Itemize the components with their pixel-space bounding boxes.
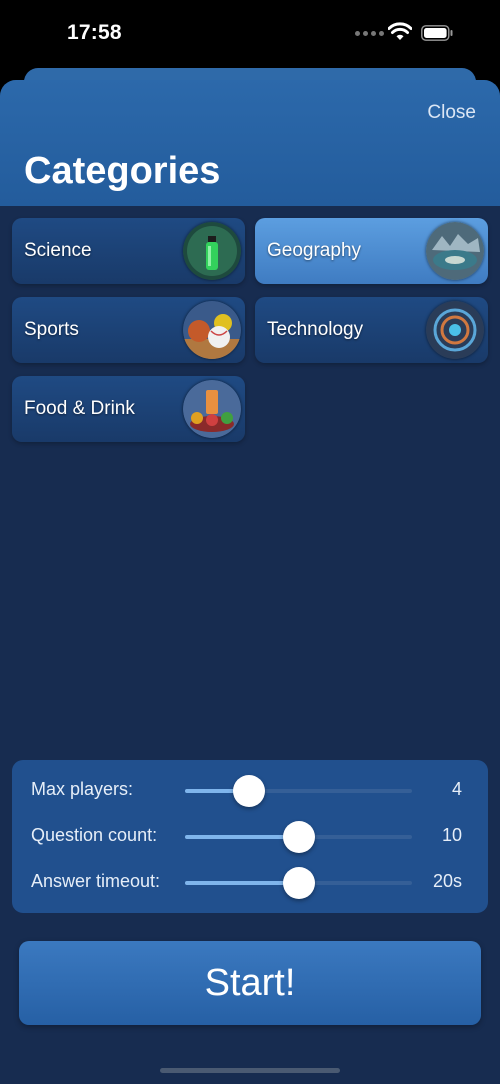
- setting-max-players: Max players: 4: [12, 770, 488, 810]
- setting-answer-timeout: Answer timeout: 20s: [12, 862, 488, 902]
- question-count-value: 10: [441, 825, 462, 845]
- game-settings-panel: Max players: 4 Question count: 10 Answer…: [12, 760, 488, 913]
- slider-fill: [185, 881, 299, 885]
- category-label: Geography: [267, 240, 362, 261]
- technology-circuit-icon: [426, 301, 484, 359]
- category-food-drink[interactable]: Food & Drink: [12, 376, 245, 442]
- answer-timeout-value: 20s: [432, 871, 462, 891]
- category-label: Science: [24, 240, 92, 261]
- close-button[interactable]: Close: [427, 102, 476, 124]
- home-indicator: [160, 1068, 340, 1073]
- page-title: Categories: [24, 150, 221, 192]
- max-players-value: 4: [451, 779, 462, 799]
- slider-thumb[interactable]: [282, 821, 315, 853]
- status-time: 17:58: [67, 21, 122, 44]
- category-label: Technology: [267, 319, 364, 340]
- science-flask-icon: [183, 222, 241, 280]
- answer-timeout-label: Answer timeout:: [31, 871, 161, 891]
- category-label: Food & Drink: [24, 398, 135, 419]
- category-label: Sports: [24, 319, 79, 340]
- categories-sheet: Close Categories Science Geography Sport…: [0, 80, 500, 1084]
- cellular-signal-icon: [355, 31, 384, 36]
- category-geography[interactable]: Geography: [255, 218, 488, 284]
- max-players-label: Max players:: [31, 779, 134, 799]
- slider-fill: [185, 835, 299, 839]
- answer-timeout-slider[interactable]: [185, 867, 412, 899]
- slider-thumb[interactable]: [232, 775, 265, 807]
- sports-balls-icon: [183, 301, 241, 359]
- food-drink-icon: [183, 380, 241, 438]
- slider-thumb[interactable]: [282, 867, 315, 899]
- wifi-icon: [388, 22, 412, 40]
- question-count-slider[interactable]: [185, 821, 412, 853]
- status-bar: 17:58: [0, 0, 500, 70]
- battery-icon: [421, 25, 453, 41]
- question-count-label: Question count:: [31, 825, 158, 845]
- geography-landscape-icon: [426, 222, 484, 280]
- category-sports[interactable]: Sports: [12, 297, 245, 363]
- max-players-slider[interactable]: [185, 775, 412, 807]
- category-technology[interactable]: Technology: [255, 297, 488, 363]
- sheet-header: Close Categories: [0, 80, 500, 206]
- category-science[interactable]: Science: [12, 218, 245, 284]
- setting-question-count: Question count: 10: [12, 816, 488, 856]
- start-button[interactable]: Start!: [19, 941, 481, 1025]
